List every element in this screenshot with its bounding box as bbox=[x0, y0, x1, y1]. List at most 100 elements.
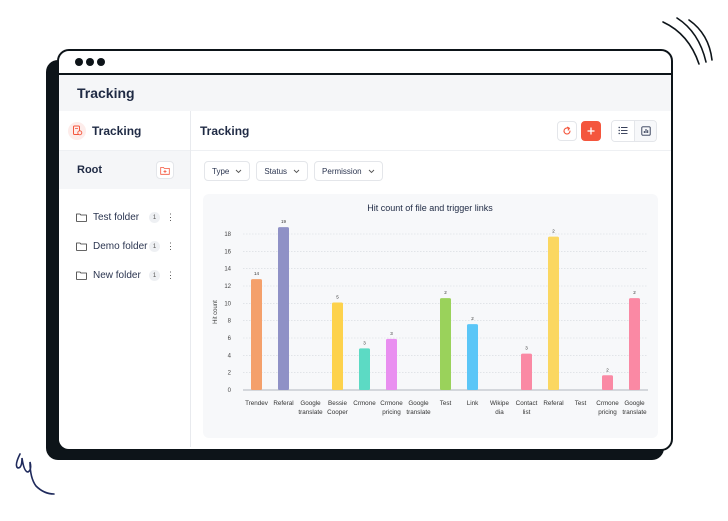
x-tick-label: Wikipe bbox=[490, 400, 509, 407]
folder-name: Test folder bbox=[93, 212, 140, 223]
main-panel: Tracking Type Status Permission Hit coun… bbox=[191, 111, 671, 447]
y-tick-label: 14 bbox=[224, 267, 231, 273]
x-tick-label: pricing bbox=[598, 409, 617, 416]
app-header: Tracking bbox=[59, 75, 671, 111]
folder-name: Demo folder bbox=[93, 241, 148, 252]
x-tick-label: Google bbox=[624, 400, 645, 407]
folder-icon bbox=[76, 271, 87, 280]
bar bbox=[521, 353, 532, 390]
filter-status-dropdown[interactable]: Status bbox=[256, 161, 309, 181]
folder-icon bbox=[76, 242, 87, 251]
x-tick-label: Crmone bbox=[353, 400, 376, 407]
more-options-icon[interactable]: ⋮ bbox=[166, 242, 175, 251]
chart-view-button[interactable] bbox=[634, 120, 656, 141]
chevron-down-icon bbox=[293, 169, 300, 173]
bar-data-label: 3 bbox=[525, 346, 528, 351]
window-dot bbox=[97, 58, 105, 66]
bar-chart: Hit count of file and trigger links Hit c… bbox=[213, 203, 648, 416]
x-tick-label: list bbox=[523, 409, 531, 416]
add-folder-button[interactable] bbox=[156, 161, 174, 179]
bar bbox=[440, 298, 451, 390]
bar bbox=[386, 338, 397, 390]
chevron-down-icon bbox=[236, 169, 242, 173]
root-folder-row[interactable]: Root bbox=[59, 151, 190, 189]
refresh-button[interactable] bbox=[557, 120, 577, 141]
list-icon bbox=[618, 126, 628, 135]
x-tick-label: Crmone bbox=[380, 400, 403, 407]
folder-item[interactable]: Demo folder 1 ⋮ bbox=[59, 232, 190, 261]
bar-data-label: 19 bbox=[281, 219, 287, 224]
x-tick-label: Bessie bbox=[328, 400, 347, 407]
filter-label: Type bbox=[212, 166, 230, 176]
sidebar-title: Tracking bbox=[92, 123, 142, 138]
x-tick-label: Google bbox=[408, 400, 429, 407]
list-view-button[interactable] bbox=[612, 120, 634, 141]
app-window: Tracking Tracking Root Test folder 1 ⋮ D… bbox=[57, 49, 673, 451]
bar-data-label: 3 bbox=[390, 331, 393, 336]
window-dot bbox=[75, 58, 83, 66]
plus-icon bbox=[587, 127, 595, 134]
chart-title: Hit count of file and trigger links bbox=[367, 203, 493, 213]
toolbar bbox=[557, 119, 657, 142]
chart-card: Hit count of file and trigger links Hit c… bbox=[203, 194, 658, 438]
bar bbox=[359, 348, 370, 390]
x-tick-label: translate bbox=[622, 409, 647, 416]
tracking-icon bbox=[68, 121, 86, 140]
y-tick-label: 8 bbox=[228, 319, 232, 325]
x-tick-label: Referal bbox=[273, 400, 293, 407]
x-tick-label: Test bbox=[575, 400, 587, 407]
chart-icon bbox=[640, 125, 651, 136]
bar-data-label: 14 bbox=[254, 271, 260, 276]
filter-type-dropdown[interactable]: Type bbox=[204, 161, 251, 181]
y-tick-label: 10 bbox=[224, 301, 231, 307]
x-tick-label: Trendev bbox=[245, 400, 269, 407]
folder-count-badge: 1 bbox=[149, 212, 160, 223]
x-tick-label: pricing bbox=[382, 409, 401, 416]
refresh-icon bbox=[563, 126, 571, 135]
folder-name: New folder bbox=[93, 270, 141, 281]
add-button[interactable] bbox=[581, 120, 601, 141]
x-tick-label: Contact bbox=[516, 400, 538, 407]
filter-label: Permission bbox=[322, 166, 362, 176]
bar bbox=[332, 302, 343, 390]
y-tick-label: 0 bbox=[228, 388, 232, 394]
squiggle-decoration bbox=[15, 453, 55, 495]
x-tick-label: Crmone bbox=[596, 400, 619, 407]
more-options-icon[interactable]: ⋮ bbox=[166, 271, 175, 280]
bar bbox=[548, 236, 559, 390]
folder-plus-icon bbox=[160, 166, 170, 175]
y-tick-label: 18 bbox=[224, 232, 231, 238]
bar bbox=[278, 227, 289, 390]
bar bbox=[602, 375, 613, 390]
bar-data-label: 2 bbox=[606, 367, 609, 372]
folder-count-badge: 1 bbox=[149, 241, 160, 252]
filter-permission-dropdown[interactable]: Permission bbox=[314, 161, 383, 181]
y-tick-label: 2 bbox=[228, 371, 232, 377]
filter-bar: Type Status Permission bbox=[191, 151, 671, 181]
x-tick-label: dia bbox=[495, 409, 504, 416]
bar-data-label: 5 bbox=[336, 294, 339, 299]
y-tick-label: 12 bbox=[224, 284, 231, 290]
sidebar: Tracking Root Test folder 1 ⋮ Demo folde… bbox=[59, 111, 191, 447]
folder-item[interactable]: New folder 1 ⋮ bbox=[59, 261, 190, 290]
bar bbox=[467, 324, 478, 390]
bar-data-label: 2 bbox=[444, 290, 447, 295]
x-tick-label: Referal bbox=[543, 400, 563, 407]
folder-icon bbox=[76, 213, 87, 222]
bar-data-label: 2 bbox=[471, 316, 474, 321]
y-tick-label: 16 bbox=[224, 249, 231, 255]
folder-count-badge: 1 bbox=[149, 270, 160, 281]
bar-data-label: 2 bbox=[633, 290, 636, 295]
view-toggle bbox=[611, 119, 657, 142]
title-bar bbox=[59, 51, 671, 75]
x-tick-label: Link bbox=[467, 400, 479, 407]
y-tick-label: 4 bbox=[228, 353, 232, 359]
bar-data-label: 2 bbox=[552, 229, 555, 234]
x-tick-label: Cooper bbox=[327, 409, 348, 416]
more-options-icon[interactable]: ⋮ bbox=[166, 213, 175, 222]
y-tick-label: 6 bbox=[228, 336, 232, 342]
folder-item[interactable]: Test folder 1 ⋮ bbox=[59, 203, 190, 232]
x-tick-label: Google bbox=[300, 400, 321, 407]
page-title: Tracking bbox=[200, 123, 250, 138]
x-tick-label: translate bbox=[406, 409, 431, 416]
